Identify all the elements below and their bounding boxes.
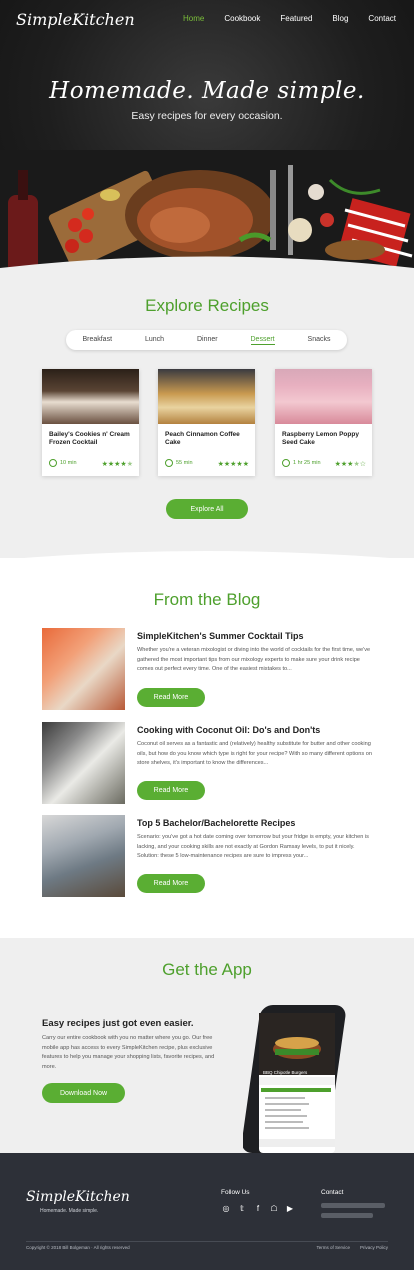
hero-section: SimpleKitchen Home Cookbook Featured Blo…: [0, 0, 414, 275]
footer-divider: [26, 1241, 388, 1242]
clock-icon: [49, 459, 57, 467]
recipe-tabs: Breakfast Lunch Dinner Dessert Snacks: [66, 330, 347, 350]
nav-blog[interactable]: Blog: [332, 14, 348, 23]
explore-title: Explore Recipes: [145, 296, 269, 315]
recipe-image: [42, 369, 139, 424]
blog-post-title[interactable]: SimpleKitchen's Summer Cocktail Tips: [137, 631, 304, 641]
download-now-button[interactable]: Download Now: [42, 1083, 125, 1103]
app-title: Get the App: [162, 960, 252, 979]
facebook-icon[interactable]: f: [253, 1203, 263, 1213]
recipe-image: [275, 369, 372, 424]
instagram-icon[interactable]: ◎: [221, 1203, 231, 1213]
hero-title: Homemade. Made simple.: [49, 78, 365, 104]
read-more-button[interactable]: Read More: [137, 688, 205, 707]
section-curve: [0, 551, 414, 560]
recipe-time: 1 hr 25 min: [282, 459, 321, 467]
terms-link[interactable]: Terms of Service: [316, 1245, 350, 1250]
recipe-name: Bailey's Cookies n' Cream Frozen Cocktai…: [49, 431, 130, 446]
privacy-link[interactable]: Privacy Policy: [360, 1245, 388, 1250]
recipe-card[interactable]: Raspberry Lemon Poppy Seed Cake 1 hr 25 …: [275, 369, 372, 476]
recipe-image: [158, 369, 255, 424]
twitter-icon[interactable]: 𝕥: [237, 1203, 247, 1213]
logo[interactable]: SimpleKitchen: [16, 10, 135, 29]
snapchat-icon[interactable]: ☖: [269, 1203, 279, 1213]
phone-device: [241, 1005, 346, 1153]
blog-post-title[interactable]: Top 5 Bachelor/Bachelorette Recipes: [137, 818, 295, 828]
clock-icon: [165, 459, 173, 467]
read-more-button[interactable]: Read More: [137, 874, 205, 893]
recipe-card[interactable]: Peach Cinnamon Coffee Cake 55 min ★★★★★: [158, 369, 255, 476]
blog-post-excerpt: Scenario: you've got a hot date coming o…: [137, 834, 369, 859]
recipe-name: Raspberry Lemon Poppy Seed Cake: [282, 431, 359, 446]
tab-breakfast[interactable]: Breakfast: [82, 336, 112, 344]
explore-all-button[interactable]: Explore All: [166, 499, 248, 519]
app-subtitle: Easy recipes just got even easier.: [42, 1018, 194, 1029]
recipe-time: 55 min: [165, 459, 193, 467]
blog-post-excerpt: Whether you're a veteran mixologist or d…: [137, 647, 371, 672]
blog-post-excerpt: Coconut oil serves as a fantastic and (r…: [137, 741, 372, 766]
read-more-button[interactable]: Read More: [137, 781, 205, 800]
nav-cookbook[interactable]: Cookbook: [224, 14, 260, 23]
rating-stars: ★★★★★: [101, 461, 133, 468]
footer: SimpleKitchen Homemade. Made simple. Fol…: [0, 1153, 414, 1270]
section-curve: [0, 928, 414, 938]
phone-recipe-title: BBQ Chipotle Burgers: [263, 1070, 308, 1075]
footer-logo[interactable]: SimpleKitchen: [26, 1189, 130, 1205]
follow-us-label: Follow Us: [221, 1189, 250, 1196]
rating-stars: ★★★★★: [217, 461, 249, 468]
recipe-card[interactable]: Bailey's Cookies n' Cream Frozen Cocktai…: [42, 369, 139, 476]
recipe-name: Peach Cinnamon Coffee Cake: [165, 431, 240, 446]
tab-dessert[interactable]: Dessert: [250, 336, 275, 345]
contact-info-redacted: [321, 1213, 373, 1218]
recipe-time: 10 min: [49, 459, 77, 467]
copyright: Copyright © 2018 Bill Bolgeman · All rig…: [26, 1245, 130, 1250]
tab-snacks[interactable]: Snacks: [308, 336, 331, 344]
tab-lunch[interactable]: Lunch: [145, 336, 164, 344]
blog-post-image[interactable]: [42, 722, 125, 804]
blog-post-image[interactable]: [42, 628, 125, 710]
clock-icon: [282, 459, 290, 467]
blog-title: From the Blog: [153, 590, 261, 609]
nav-contact[interactable]: Contact: [368, 14, 396, 23]
app-description: Carry our entire cookbook with you no ma…: [42, 1035, 215, 1070]
hero-food-image: [0, 150, 414, 275]
tab-dinner[interactable]: Dinner: [197, 336, 218, 344]
youtube-icon[interactable]: ▶: [285, 1203, 295, 1213]
hero-subtitle: Easy recipes for every occasion.: [131, 110, 283, 122]
phone-mockup: BBQ Chipotle Burgers: [241, 1005, 355, 1175]
nav-home[interactable]: Home: [183, 14, 204, 23]
top-nav: SimpleKitchen Home Cookbook Featured Blo…: [0, 10, 414, 30]
contact-label: Contact: [321, 1189, 344, 1196]
rating-stars: ★★★★☆: [334, 461, 366, 468]
social-links: ◎ 𝕥 f ☖ ▶: [221, 1203, 295, 1213]
footer-tagline: Homemade. Made simple.: [40, 1208, 99, 1214]
contact-info-redacted: [321, 1203, 385, 1208]
blog-post-image[interactable]: [42, 815, 125, 897]
blog-post-title[interactable]: Cooking with Coconut Oil: Do's and Don't…: [137, 725, 320, 735]
nav-featured[interactable]: Featured: [280, 14, 312, 23]
